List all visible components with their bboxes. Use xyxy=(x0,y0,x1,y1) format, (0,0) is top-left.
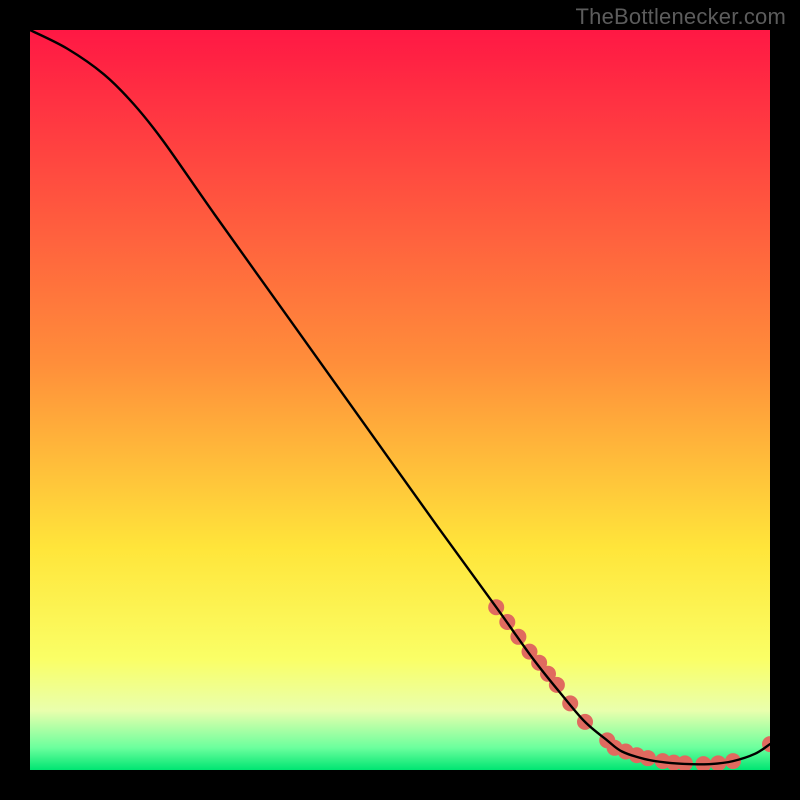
plot-area xyxy=(30,30,770,770)
attribution-text: TheBottlenecker.com xyxy=(576,4,786,30)
chart-svg xyxy=(30,30,770,770)
gradient-background xyxy=(30,30,770,770)
chart-container: TheBottlenecker.com xyxy=(0,0,800,800)
